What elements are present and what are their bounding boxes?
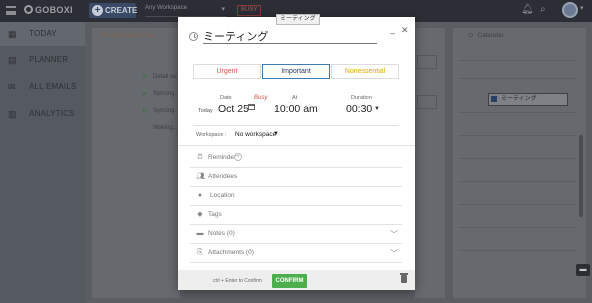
- sidebar-item-today[interactable]: ▦ TODAY: [0, 22, 85, 46]
- bell-icon[interactable]: 🔔︎: [521, 4, 534, 15]
- chevron-down-icon[interactable]: ▼: [374, 106, 380, 112]
- divider: [458, 60, 576, 61]
- important-inbox-panel: [92, 28, 180, 298]
- notes-icon: ▬: [196, 230, 204, 237]
- paperclip-icon: ⎘: [197, 249, 203, 256]
- sync-icon: ↻: [142, 108, 148, 115]
- divider: [458, 158, 576, 159]
- menu-icon[interactable]: [6, 6, 16, 15]
- check-icon: ✔: [142, 91, 148, 98]
- time-field[interactable]: 10:00 am: [274, 103, 318, 115]
- busy-badge[interactable]: BUSY: [237, 5, 262, 16]
- list-item[interactable]: Syncing...: [153, 91, 179, 97]
- notes-row[interactable]: ▬ Notes (0) ﹀: [190, 225, 402, 244]
- divider: [193, 125, 399, 126]
- divider: [458, 78, 576, 79]
- chevron-down-icon[interactable]: ▼: [273, 131, 279, 137]
- sidebar-item-all-emails[interactable]: ✉ ALL EMAILS: [0, 75, 85, 99]
- date-label: Date: [220, 95, 232, 101]
- list-item: [417, 95, 437, 109]
- sidebar-item-analytics[interactable]: ▥ ANALYTICS: [0, 102, 85, 126]
- people-icon: 👥︎: [196, 173, 205, 180]
- calendar-panel: [453, 28, 586, 298]
- scrollbar[interactable]: [579, 135, 583, 217]
- divider: [458, 250, 576, 251]
- analytics-icon: ▥: [8, 109, 17, 119]
- workspace-select[interactable]: Any Workspace: [145, 5, 227, 17]
- confirm-hint: ctrl + Enter to Confirm: [213, 278, 262, 284]
- tags-row[interactable]: ◆ Tags: [190, 206, 402, 225]
- divider: [458, 112, 576, 113]
- alarm-clock-icon: ⏰︎: [197, 154, 203, 161]
- chevron-down-icon[interactable]: ﹀: [390, 229, 398, 240]
- calendar-toggle-icon[interactable]: ▬: [576, 264, 590, 276]
- reminder-row[interactable]: ⏰︎ Reminder +: [190, 149, 402, 168]
- tag-icon: ◆: [197, 211, 203, 218]
- date-field[interactable]: Oct 25: [218, 103, 249, 115]
- search-icon[interactable]: ⌕: [540, 4, 546, 15]
- workspace-label: Workspace :: [196, 132, 227, 138]
- create-label: CREATE: [105, 6, 138, 15]
- clock-icon: [189, 32, 198, 41]
- attendees-row[interactable]: 👥︎ Attendees: [190, 168, 402, 187]
- sidebar: ▦ TODAY ▤ PLANNER ✉ ALL EMAILS ▥ ANALYTICS: [0, 22, 85, 303]
- avatar[interactable]: [562, 2, 584, 18]
- plus-icon: +: [92, 5, 103, 16]
- priority-urgent-button[interactable]: Urgent: [193, 64, 261, 79]
- divider: [178, 145, 415, 146]
- calendar-event[interactable]: ミーティング: [488, 93, 568, 106]
- create-button[interactable]: + CREATE: [89, 3, 138, 18]
- attachments-row[interactable]: ⎘ Attachments (0) ﹀: [190, 244, 402, 263]
- priority-important-button[interactable]: Important: [262, 64, 330, 79]
- close-icon[interactable]: ✕: [401, 25, 409, 36]
- event-title-input[interactable]: [203, 28, 377, 44]
- notes-label: Notes (0): [208, 230, 235, 237]
- check-icon: ✔: [142, 74, 148, 81]
- at-label: At: [292, 95, 298, 101]
- workspace-dropdown[interactable]: No workspace: [235, 131, 276, 138]
- calendar-icon: ▦: [8, 29, 17, 39]
- panel-title: Important Inbox: [101, 31, 154, 39]
- tags-label: Tags: [208, 211, 222, 218]
- title-tooltip: ミーティング: [276, 14, 320, 25]
- reminder-label: Reminder: [208, 154, 237, 161]
- add-reminder-icon[interactable]: +: [234, 153, 242, 161]
- list-item[interactable]: Waking...: [153, 125, 178, 131]
- busy-label: Busy: [254, 95, 268, 101]
- divider: [458, 227, 576, 228]
- divider: [458, 204, 576, 205]
- divider: [458, 135, 576, 136]
- list-item[interactable]: Syncing...: [153, 108, 179, 114]
- priority-nonessential-button[interactable]: Nonessential: [331, 64, 399, 79]
- list-item: [417, 55, 437, 69]
- trash-icon[interactable]: [400, 273, 408, 283]
- location-label: Location: [210, 192, 235, 199]
- planner-icon: ▤: [8, 55, 17, 65]
- calendar-icon[interactable]: [248, 104, 255, 110]
- sidebar-item-planner[interactable]: ▤ PLANNER: [0, 48, 85, 72]
- duration-field[interactable]: 00:30: [346, 103, 372, 115]
- chevron-down-icon[interactable]: ﹀: [390, 248, 398, 259]
- location-row[interactable]: ● Location: [190, 187, 402, 206]
- app-logo: GOBOXI: [24, 5, 73, 15]
- email-icon: ✉: [8, 82, 16, 92]
- location-pin-icon: ●: [197, 192, 203, 199]
- attendees-label: Attendees: [208, 173, 238, 180]
- duration-label: Duration: [351, 95, 372, 101]
- calendar-title: Calendar: [468, 31, 503, 39]
- today-button[interactable]: Today: [198, 108, 213, 114]
- divider: [458, 181, 576, 182]
- attachments-label: Attachments (0): [208, 249, 254, 256]
- minimize-icon[interactable]: –: [390, 28, 395, 38]
- confirm-button[interactable]: CONFIRM: [272, 274, 307, 288]
